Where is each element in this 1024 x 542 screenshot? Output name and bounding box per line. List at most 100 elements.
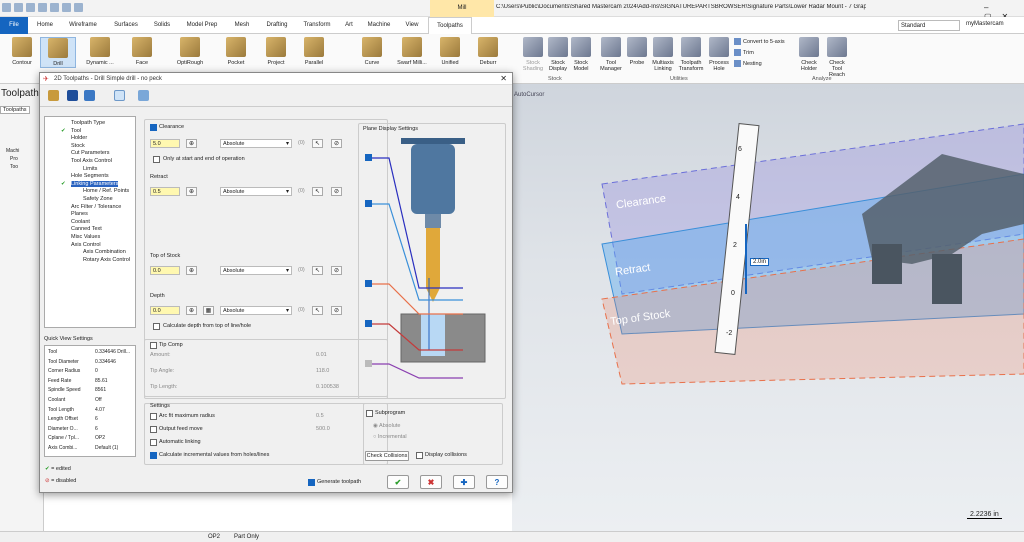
graphics-viewport[interactable]: Clearance Retract Top of Stock 6 4 2 0 -… [512,84,1024,532]
ribbon-nesting-button[interactable]: Nesting [734,60,762,67]
generate-toolpath-checkbox[interactable] [308,479,315,486]
tree-item-machine[interactable]: Machi [6,148,19,154]
ribbon-tool-manager-button[interactable]: Tool Manager [598,37,624,72]
auto-link-checkbox[interactable] [150,439,157,446]
top-of-stock-pick-icon[interactable]: ↖ [312,266,323,275]
retract-mode-select[interactable]: Absolute [220,187,292,196]
tree-item-arc-filter-tolerance[interactable]: Arc Filter / Tolerance [71,204,121,210]
output-feed-value[interactable]: 500.0 [316,426,330,432]
retract-pick-icon[interactable]: ↖ [312,187,323,196]
tree-item-properties[interactable]: Pro [10,156,18,162]
tab-machine[interactable]: Machine [362,17,396,34]
absolute-radio[interactable]: ◉ Absolute [373,423,400,429]
ribbon-deburr-button[interactable]: Deburr [470,37,506,66]
open-icon[interactable] [38,3,47,12]
ribbon-curve-button[interactable]: Curve [354,37,390,66]
only-start-end-checkbox[interactable] [153,156,160,163]
tree-item-coolant[interactable]: Coolant [71,219,90,225]
depth-pick-icon[interactable]: ↖ [312,306,323,315]
tree-item-canned-text[interactable]: Canned Text [71,226,102,232]
tab-model-prep[interactable]: Model Prep [180,17,224,34]
ribbon-toolpath-transform-button[interactable]: Toolpath Transform [678,37,704,72]
ribbon-dynamic--button[interactable]: Dynamic ... [82,37,118,66]
clearance-checkbox[interactable] [150,124,157,131]
view-icon[interactable] [114,90,125,101]
tab-view[interactable]: View [400,17,424,34]
preview-icon[interactable] [138,90,149,101]
ribbon-unified-button[interactable]: Unified [432,37,468,66]
retract-input[interactable]: 0.5 [150,187,180,196]
ribbon-swarf-milli--button[interactable]: Swarf Milli... [394,37,430,66]
tree-item-cut-parameters[interactable]: Cut Parameters [71,150,110,156]
tab-part-only[interactable]: Part Only [234,534,259,540]
tab-transform[interactable]: Transform [298,17,336,34]
clearance-pick-icon[interactable]: ↖ [312,139,323,148]
autocursor-label[interactable]: AutoCursor [514,92,544,98]
display-collisions-checkbox[interactable] [416,452,423,459]
apply-button[interactable]: ✚ [453,475,475,489]
amount-value[interactable]: 0.01 [316,352,327,358]
ribbon-process-hole-button[interactable]: Process Hole [706,37,732,72]
workspace-select[interactable]: Standard [898,20,960,31]
tree-item-hole-segments[interactable]: Hole Segments [71,173,109,179]
clearance-select-point-icon[interactable]: ⊕ [186,139,197,148]
tree-item-misc-values[interactable]: Misc Values [71,234,100,240]
help-button[interactable]: ? [486,475,508,489]
top-of-stock-input[interactable]: 0.0 [150,266,180,275]
save-icon[interactable] [67,90,78,101]
clearance-input[interactable]: 5.0 [150,139,180,148]
tree-item-home-ref-points[interactable]: Home / Ref. Points [83,188,129,194]
export-icon[interactable] [84,90,95,101]
arc-fit-checkbox[interactable] [150,413,157,420]
top-of-stock-mode-select[interactable]: Absolute [220,266,292,275]
ribbon-probe-button[interactable]: Probe [624,37,650,66]
save-as-icon[interactable] [14,3,23,12]
tree-item-limits[interactable]: Limits [83,166,97,172]
subprogram-checkbox[interactable] [366,410,373,417]
tree-item-axis-control[interactable]: Axis Control [71,242,101,248]
ribbon-check-tool-reach-button[interactable]: Check Tool Reach [824,37,850,78]
incremental-radio[interactable]: ○ Incremental [373,434,407,440]
tab-art[interactable]: Art [340,17,358,34]
tree-item-tool-axis-control[interactable]: Tool Axis Control [71,158,112,164]
tab-file[interactable]: File [0,17,28,34]
depth-calculator-icon[interactable]: ▦ [203,306,214,315]
tree-item-toolpath[interactable]: Too [10,164,18,170]
tree-item-axis-combination[interactable]: Axis Combination [83,249,126,255]
clearance-clear-icon[interactable]: ⊘ [331,139,342,148]
new-icon[interactable] [50,3,59,12]
ribbon-stock-model-button[interactable]: Stock Model [568,37,594,72]
retract-select-point-icon[interactable]: ⊕ [186,187,197,196]
redo-icon[interactable] [74,3,83,12]
tab-surfaces[interactable]: Surfaces [108,17,144,34]
output-feed-checkbox[interactable] [150,426,157,433]
tree-item-rotary-axis-control[interactable]: Rotary Axis Control [83,257,130,263]
retract-clear-icon[interactable]: ⊘ [331,187,342,196]
ribbon-convert-to-5-axis-button[interactable]: Convert to 5-axis [734,38,785,45]
cancel-button[interactable]: ✖ [420,475,442,489]
ribbon-face-button[interactable]: Face [124,37,160,66]
tip-comp-checkbox[interactable] [150,342,157,349]
ribbon-project-button[interactable]: Project [258,37,294,66]
close-icon[interactable]: ✕ [500,73,507,85]
tree-item-planes[interactable]: Planes [71,211,88,217]
depth-select-point-icon[interactable]: ⊕ [186,306,197,315]
tree-item-safety-zone[interactable]: Safety Zone [83,196,113,202]
tab-solids[interactable]: Solids [148,17,176,34]
clearance-mode-select[interactable]: Absolute [220,139,292,148]
tab-wireframe[interactable]: Wireframe [62,17,104,34]
tab-op2[interactable]: OP2 [208,534,220,540]
my-mastercam-link[interactable]: myMastercam [966,21,1004,27]
arc-fit-value[interactable]: 0.5 [316,413,324,419]
print-icon[interactable] [26,3,35,12]
tab-home[interactable]: Home [32,17,58,34]
undo-icon[interactable] [62,3,71,12]
tree-item-tool[interactable]: Tool [71,128,81,134]
calc-depth-checkbox[interactable] [153,323,160,330]
ribbon-multiaxis-linking-button[interactable]: Multiaxis Linking [650,37,676,72]
depth-mode-select[interactable]: Absolute [220,306,292,315]
ribbon-drill-button[interactable]: Drill [40,37,76,68]
toolpaths-pane-tab[interactable]: Toolpaths [0,106,30,114]
depth-clear-icon[interactable]: ⊘ [331,306,342,315]
ribbon-check-holder-button[interactable]: Check Holder [796,37,822,72]
